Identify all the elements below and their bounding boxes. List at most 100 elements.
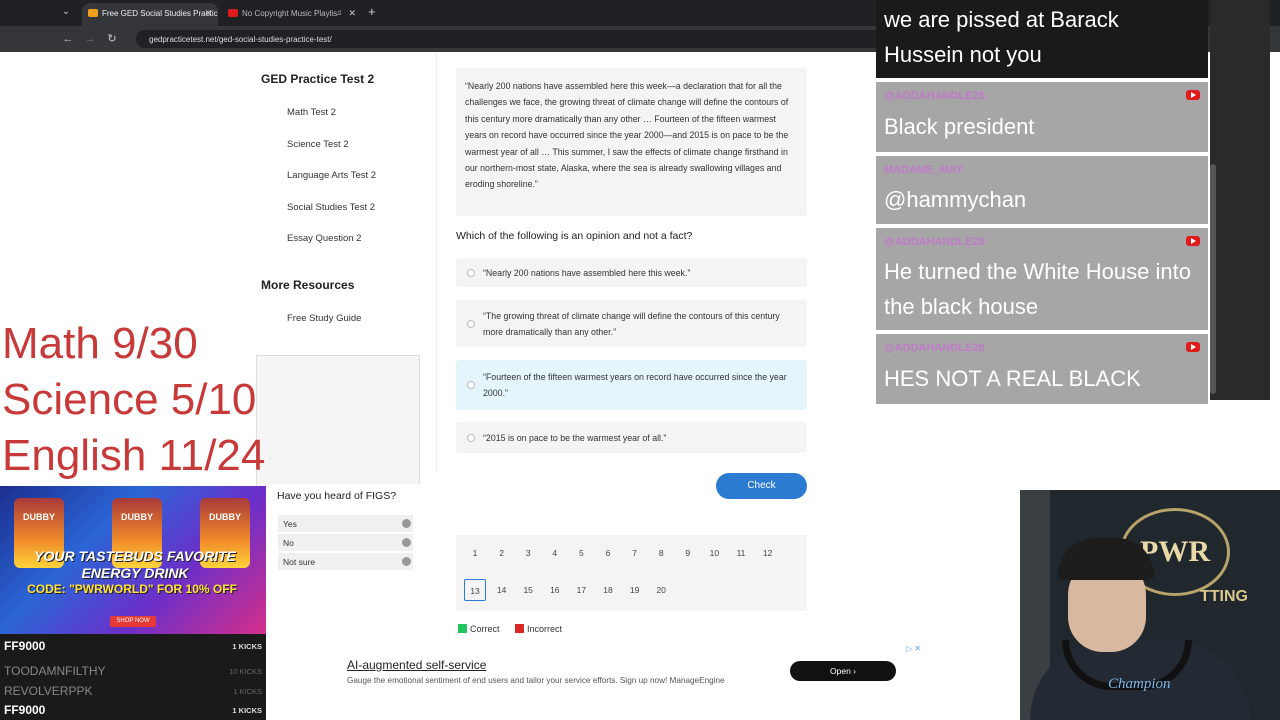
- poll-widget: Have you heard of FIGS? Yes No Not sure: [264, 484, 420, 584]
- page-number-button[interactable]: 2: [491, 542, 513, 564]
- chat-message: MADAME_MAY @hammychan: [876, 156, 1208, 224]
- sidebar-link-language-arts[interactable]: Language Arts Test 2: [287, 170, 376, 181]
- chat-message-text: HES NOT A REAL BLACK PERSON: [884, 366, 1141, 426]
- poll-radio[interactable]: [402, 557, 411, 566]
- ad-info-icon[interactable]: ▷ ✕: [906, 644, 921, 653]
- sidebar-link-social-studies[interactable]: Social Studies Test 2: [287, 202, 375, 213]
- ad-headline[interactable]: AI-augmented self-service: [347, 658, 486, 672]
- shirt-logo: Champion: [1108, 676, 1171, 692]
- option-text: “2015 is on pace to be the warmest year …: [483, 432, 667, 443]
- chat-message: we are pissed at Barack Hussein not you: [876, 0, 1208, 78]
- answer-option[interactable]: “Nearly 200 nations have assembled here …: [456, 258, 807, 287]
- chat-username: @ADDAHANDLE28: [884, 236, 985, 248]
- kick-name: REVOLVERPPK: [4, 684, 93, 698]
- kick-row: FF9000 1 KICKS: [4, 639, 262, 659]
- answer-option-hovered[interactable]: “Fourteen of the fifteen warmest years o…: [456, 360, 807, 410]
- page-number-button[interactable]: 3: [517, 542, 539, 564]
- page-number-button[interactable]: 19: [624, 579, 646, 601]
- chat-message-text: Black president: [884, 114, 1035, 139]
- question: Which of the following is an opinion and…: [456, 230, 693, 242]
- option-text: “The growing threat of climate change wi…: [483, 310, 780, 337]
- close-icon[interactable]: ✕: [204, 8, 212, 19]
- page-number-button[interactable]: 18: [597, 579, 619, 601]
- correct-swatch: [458, 624, 467, 633]
- energy-drink-ad: DUBBY DUBBY DUBBY YOUR TASTEBUDS FAVORIT…: [0, 486, 266, 634]
- poll-radio[interactable]: [402, 538, 411, 547]
- radio-button[interactable]: [467, 268, 475, 277]
- page-number-button[interactable]: 17: [570, 579, 592, 601]
- legend-incorrect: Incorrect: [515, 624, 562, 634]
- legend-label: Correct: [470, 624, 500, 634]
- site-favicon-icon: [88, 9, 98, 17]
- chat-message-text: @hammychan: [884, 187, 1027, 212]
- poll-radio[interactable]: [402, 519, 411, 528]
- page-number-button[interactable]: 5: [570, 542, 592, 564]
- radio-button[interactable]: [467, 433, 475, 442]
- chat-scrollbar[interactable]: [1210, 164, 1216, 394]
- page-number-button[interactable]: 8: [650, 542, 672, 564]
- reload-icon[interactable]: ↻: [104, 31, 120, 47]
- sidebar-link-math[interactable]: Math Test 2: [287, 107, 336, 118]
- close-icon[interactable]: ✕: [348, 8, 356, 19]
- sidebar-ad: [256, 355, 420, 495]
- radio-button[interactable]: [467, 319, 475, 328]
- page-number-button[interactable]: 9: [677, 542, 699, 564]
- sidebar-link-study-guide[interactable]: Free Study Guide: [287, 313, 361, 324]
- ad-text: Gauge the emotional sentiment of end use…: [347, 676, 725, 685]
- divider: [436, 52, 437, 472]
- page-number-button[interactable]: 14: [491, 579, 513, 601]
- chat-message: @ADDAHANDLE28 HES NOT A REAL BLACK PERSO…: [876, 334, 1208, 426]
- score-science: Science 5/10: [2, 375, 257, 424]
- page-number-button[interactable]: 7: [624, 542, 646, 564]
- ad-banner[interactable]: AI-augmented self-service Gauge the emot…: [264, 640, 924, 696]
- poll-option-not-sure[interactable]: Not sure: [278, 553, 413, 570]
- tab-search-icon[interactable]: ⌄: [58, 4, 74, 20]
- shop-now-button: SHOP NOW: [110, 616, 156, 627]
- radio-button[interactable]: [467, 381, 475, 389]
- page-number-button[interactable]: 20: [650, 579, 672, 601]
- poll-option-yes[interactable]: Yes: [278, 515, 413, 532]
- page-number-button[interactable]: 12: [757, 542, 779, 564]
- chat-message: @ADDAHANDLE28 Black president: [876, 82, 1208, 152]
- answer-option[interactable]: “2015 is on pace to be the warmest year …: [456, 422, 807, 453]
- page-number-button[interactable]: 15: [517, 579, 539, 601]
- tab-label: No Copyright Music Playlis: [242, 9, 338, 18]
- kick-row: REVOLVERPPK 1 KICKS: [4, 684, 262, 704]
- sidebar-link-science[interactable]: Science Test 2: [287, 139, 349, 150]
- forward-icon[interactable]: →: [82, 31, 98, 47]
- poll-option-label: Yes: [283, 519, 297, 529]
- page-number-button[interactable]: 11: [730, 542, 752, 564]
- sidebar-link-essay[interactable]: Essay Question 2: [287, 233, 361, 244]
- passage: “Nearly 200 nations have assembled here …: [456, 68, 807, 216]
- poll-option-label: Not sure: [283, 557, 316, 567]
- drink-tagline: YOUR TASTEBUDS FAVORITE ENERGY DRINK: [34, 548, 236, 581]
- ad-open-button[interactable]: Open ›: [790, 661, 896, 681]
- incorrect-swatch: [515, 624, 524, 633]
- answer-option[interactable]: “The growing threat of climate change wi…: [456, 300, 807, 347]
- kick-count: 1 KICKS: [232, 642, 262, 651]
- legend-label: Incorrect: [527, 624, 563, 634]
- page-number-button[interactable]: 10: [703, 542, 725, 564]
- tab-active[interactable]: Free GED Social Studies Practic ✕: [82, 3, 218, 26]
- drink-code: CODE: "PWRWORLD" FOR 10% OFF: [27, 582, 237, 596]
- new-tab-icon[interactable]: +: [368, 4, 376, 19]
- poll-option-no[interactable]: No: [278, 534, 413, 551]
- page-number-button[interactable]: 16: [544, 579, 566, 601]
- page-number-button[interactable]: 13: [464, 579, 486, 601]
- tab-music[interactable]: No Copyright Music Playlis ♫ ✕: [222, 3, 362, 26]
- youtube-icon: [1186, 236, 1200, 246]
- chat-username: @ADDAHANDLE28: [884, 342, 985, 354]
- poll-option-label: No: [283, 538, 294, 548]
- open-label: Open: [830, 666, 851, 676]
- kick-row: TOODAMNFILTHY 10 KICKS: [4, 664, 262, 684]
- back-icon[interactable]: ←: [60, 31, 76, 47]
- chat-username: MADAME_MAY: [884, 164, 964, 176]
- score-math: Math 9/30: [2, 319, 198, 368]
- legend-correct: Correct: [458, 624, 500, 634]
- page-number-button[interactable]: 6: [597, 542, 619, 564]
- page-number-button[interactable]: 4: [544, 542, 566, 564]
- speaker-icon[interactable]: ♫: [336, 8, 342, 17]
- page-number-button[interactable]: 1: [464, 542, 486, 564]
- tab-label: Free GED Social Studies Practic: [102, 9, 218, 18]
- check-button[interactable]: Check: [716, 473, 807, 499]
